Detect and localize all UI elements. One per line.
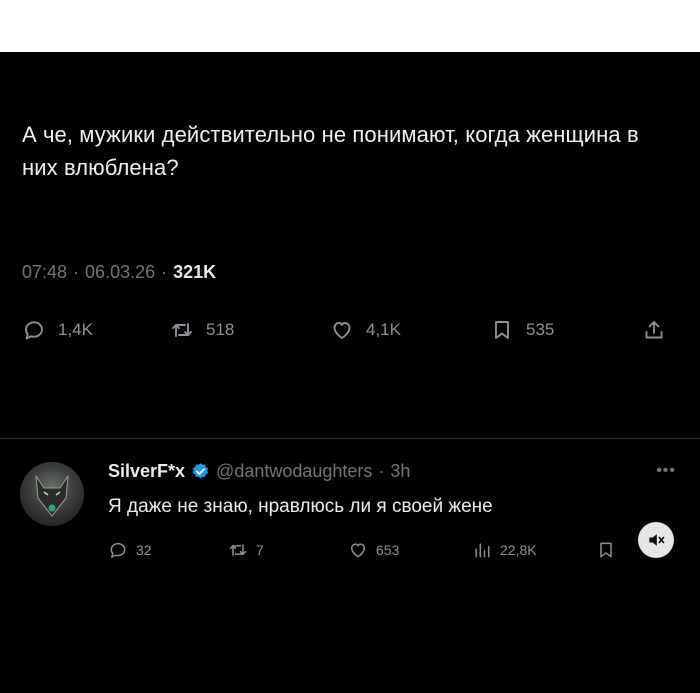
fox-avatar-icon — [35, 475, 69, 517]
tweet-meta: 07:48 · 06.03.26 · 321K — [22, 262, 216, 283]
tweet-text: А че, мужики действительно не понимают, … — [22, 122, 639, 180]
repost-count: 518 — [206, 320, 235, 339]
reply-views-button[interactable]: 22,8K — [472, 540, 596, 560]
reply-like-count: 653 — [376, 542, 400, 558]
tweet-actions: 1,4K 518 4,1K 535 — [22, 312, 682, 348]
like-button[interactable]: 4,1K — [330, 318, 490, 342]
reply-handle[interactable]: @dantwodaughters — [216, 461, 372, 482]
tweet-date: 06.03.26 — [85, 262, 156, 282]
bookmark-icon — [600, 542, 612, 558]
repost-icon — [229, 544, 247, 556]
top-white-strip — [0, 0, 700, 52]
bookmark-button[interactable]: 535 — [490, 318, 642, 342]
avatar[interactable] — [20, 462, 84, 526]
reply-views-count: 22,8K — [500, 542, 537, 558]
reply-reply-count: 32 — [136, 542, 152, 558]
reply-repost-button[interactable]: 7 — [228, 540, 348, 560]
heart-icon — [351, 543, 365, 558]
reply-author-name[interactable]: SilverF*x — [108, 461, 185, 482]
separator: · — [378, 461, 385, 481]
repost-icon — [172, 323, 192, 337]
tweet-views: 321K — [173, 262, 217, 282]
reply-bookmark-button[interactable] — [596, 540, 616, 560]
repost-button[interactable]: 518 — [170, 318, 330, 342]
verified-badge-icon — [193, 463, 209, 479]
reply-like-button[interactable]: 653 — [348, 540, 472, 560]
tweet-time: 07:48 — [22, 262, 68, 282]
divider — [0, 438, 700, 439]
reply-header: SilverF*x @dantwodaughters · 3h — [108, 461, 410, 482]
views-icon — [475, 543, 490, 558]
share-button[interactable] — [642, 318, 666, 342]
mute-button[interactable] — [638, 522, 674, 558]
reply-icon — [110, 542, 126, 558]
share-icon — [645, 321, 663, 339]
heart-icon — [333, 322, 351, 339]
reply-repost-count: 7 — [256, 542, 264, 558]
reply-tweet[interactable]: SilverF*x @dantwodaughters · 3h ••• Я да… — [0, 452, 700, 582]
separator: · — [161, 262, 168, 282]
speaker-muted-icon — [649, 534, 665, 546]
bookmark-icon — [495, 321, 509, 339]
reply-time: 3h — [390, 461, 411, 481]
separator: · — [73, 262, 80, 282]
reply-count: 1,4K — [58, 320, 93, 339]
bookmark-count: 535 — [526, 320, 555, 339]
reply-reply-button[interactable]: 32 — [108, 540, 228, 560]
like-count: 4,1K — [366, 320, 401, 339]
reply-button[interactable]: 1,4K — [22, 318, 170, 342]
more-options-icon[interactable]: ••• — [656, 462, 676, 480]
reply-text: Я даже не знаю, нравлюсь ли я своей жене — [108, 496, 493, 517]
reply-actions: 32 7 653 22,8K — [108, 535, 668, 565]
reply-icon — [25, 321, 43, 340]
